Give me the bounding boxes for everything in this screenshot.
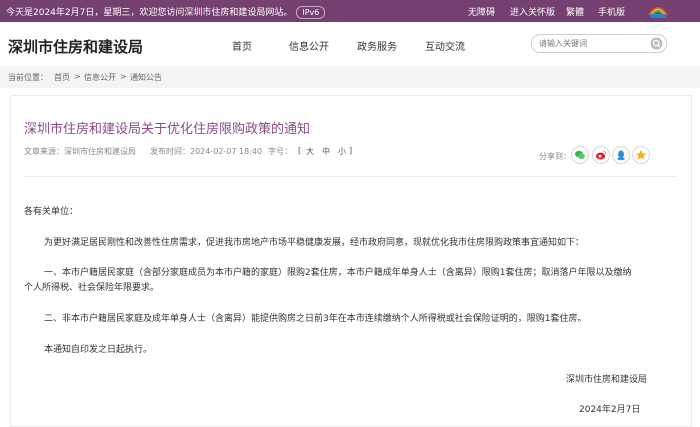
elderly-mode-link[interactable]: 进入关怀版 (510, 5, 555, 18)
nav-government-services[interactable]: 政务服务 (357, 38, 397, 53)
article-title: 深圳市住房和建设局关于优化住房限购政策的通知 (24, 122, 311, 137)
site-header: 深圳市住房和建设局 首页 信息公开 政务服务 互动交流 (0, 22, 700, 66)
breadcrumb-home[interactable]: 首页 (54, 72, 70, 83)
nav-home[interactable]: 首页 (232, 38, 252, 53)
qzone-icon[interactable] (632, 146, 650, 164)
font-size-small[interactable]: 小 (338, 146, 346, 157)
salutation: 各有关单位： (24, 207, 79, 217)
font-size-medium[interactable]: 中 (322, 146, 330, 157)
top-bar: 今天是2024年2月7日，星期三，欢迎您访问深圳市住房和建设局网站。 IPv6 无… (0, 0, 700, 22)
clause-one: 一、本市户籍居民家庭（含部分家庭成员为本市户籍的家庭）限购2套住房，本市户籍成年… (44, 268, 632, 278)
rainbow-logo-icon (648, 7, 668, 18)
clause-two: 二、非本市户籍居民家庭及成年单身人士（含离异）能提供购房之日前3年在本市连续缴纳… (44, 314, 587, 324)
font-size-bracket-close: ] (349, 146, 353, 155)
issue-date: 2024年2月7日 (579, 405, 641, 415)
font-size-label: 字号： (268, 147, 292, 156)
font-size-bracket-open: [ (298, 146, 302, 155)
title-divider (24, 176, 676, 177)
effective-notice: 本通知自印发之日起执行。 (44, 345, 153, 355)
accessibility-link[interactable]: 无障碍 (468, 5, 495, 18)
breadcrumb-separator: > (120, 72, 127, 81)
breadcrumb-notices[interactable]: 通知公告 (130, 72, 162, 83)
article-source: 文章来源：深圳市住房和建设局 (24, 147, 136, 156)
ipv6-badge: IPv6 (296, 6, 326, 19)
intro-paragraph: 为更好满足居民刚性和改善性住房需求，促进我市房地产市场平稳健康发展，经市政府同意… (44, 238, 585, 248)
signature: 深圳市住房和建设局 (566, 375, 648, 385)
search-input[interactable] (539, 36, 645, 50)
search-box (531, 34, 667, 53)
wechat-icon[interactable] (571, 146, 589, 164)
share-label: 分享到： (539, 152, 571, 161)
publish-time: 发布时间：2024-02-07 18:40 (150, 147, 263, 156)
mobile-version-link[interactable]: 手机版 (598, 5, 625, 18)
qq-icon[interactable] (612, 146, 630, 164)
clause-one-continued: 个人所得税、社会保险年限要求。 (24, 283, 160, 293)
weibo-icon[interactable] (592, 146, 610, 164)
site-title[interactable]: 深圳市住房和建设局 (8, 36, 143, 57)
traditional-chinese-link[interactable]: 繁體 (566, 5, 584, 18)
welcome-text: 今天是2024年2月7日，星期三，欢迎您访问深圳市住房和建设局网站。 IPv6 (6, 5, 326, 19)
breadcrumb-info-disclosure[interactable]: 信息公开 (84, 72, 116, 83)
search-icon[interactable] (650, 37, 663, 50)
breadcrumb-label: 当前位置： (8, 73, 48, 82)
nav-interaction[interactable]: 互动交流 (425, 38, 465, 53)
breadcrumb-separator: > (74, 72, 81, 81)
breadcrumb: 当前位置： 首页 > 信息公开 > 通知公告 (0, 66, 700, 88)
nav-info-disclosure[interactable]: 信息公开 (289, 38, 329, 53)
font-size-large[interactable]: 大 (306, 146, 314, 157)
